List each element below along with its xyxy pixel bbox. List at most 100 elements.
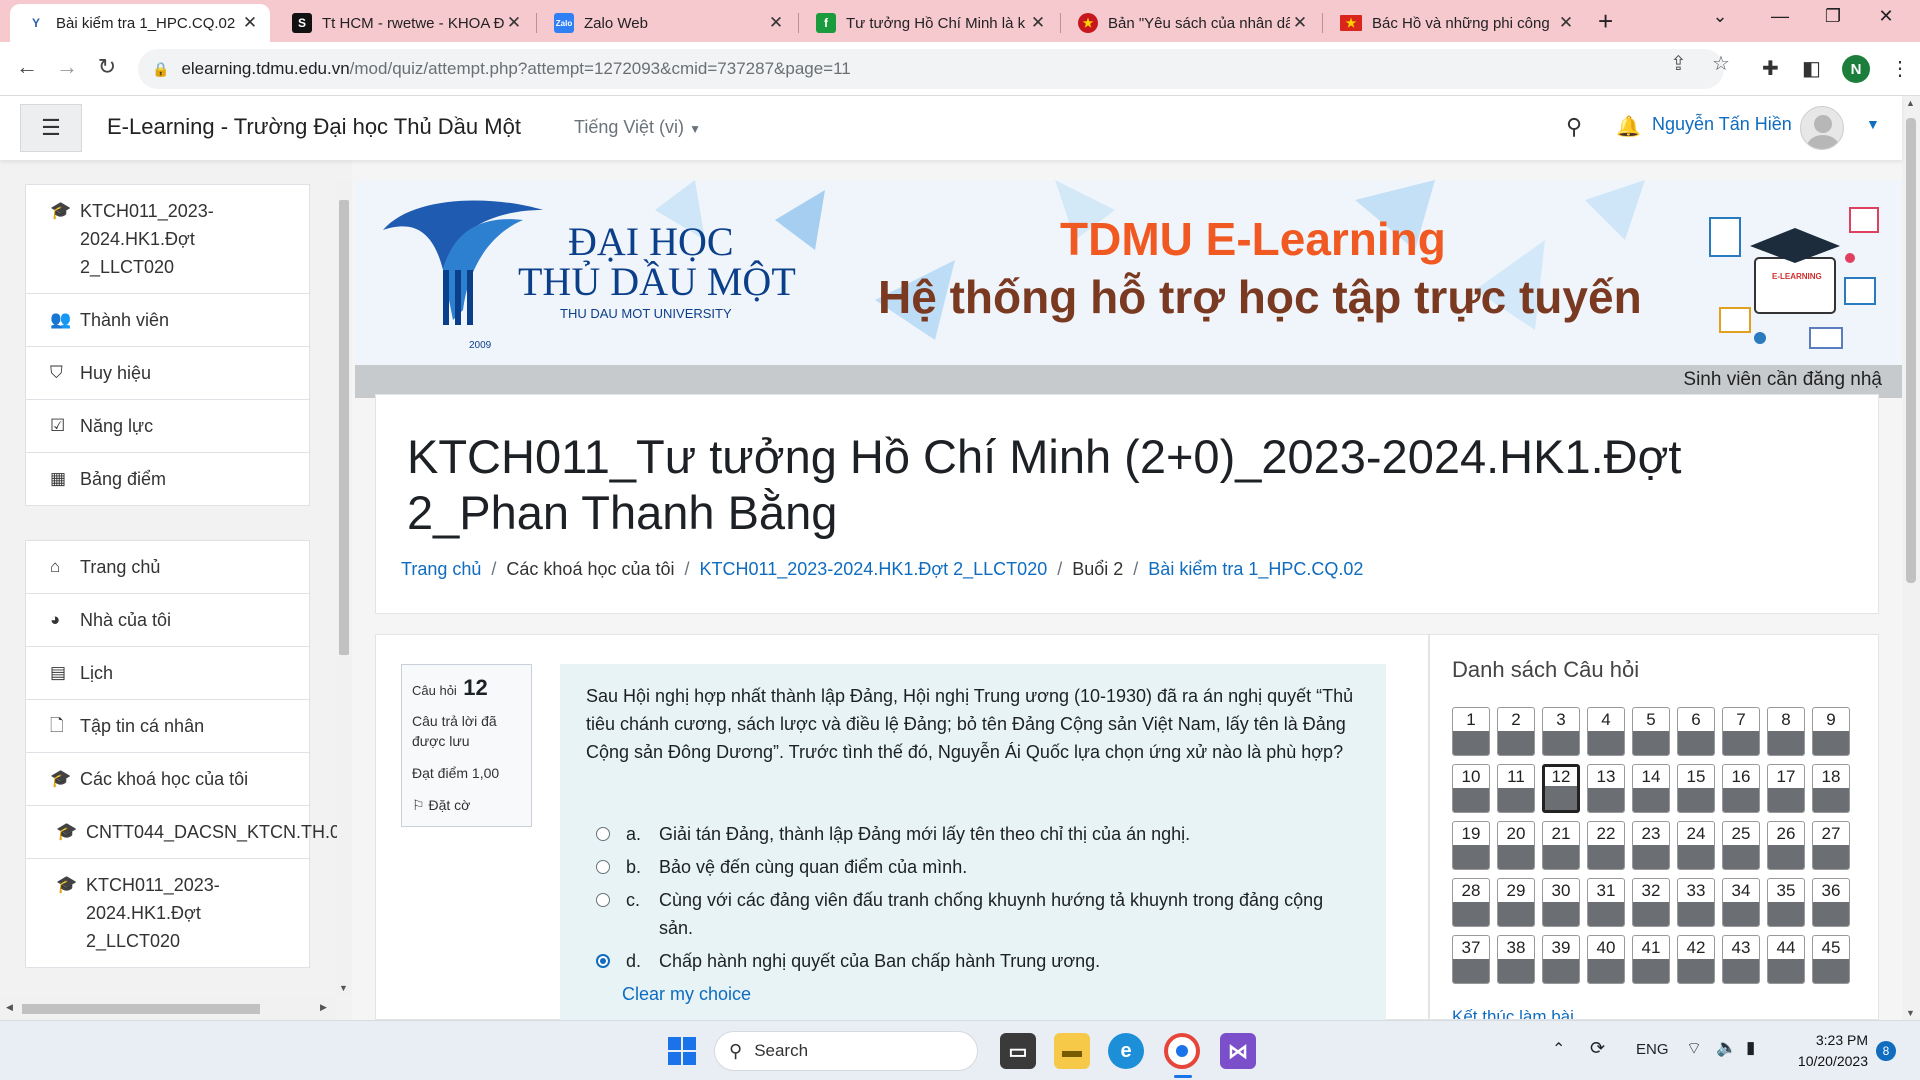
clock-time[interactable]: 3:23 PM <box>1808 1032 1868 1048</box>
clock-date[interactable]: 10/20/2023 <box>1782 1053 1868 1069</box>
tray-chevron-icon[interactable]: ⌃ <box>1552 1039 1565 1059</box>
visual-studio-icon[interactable]: ⋈ <box>1220 1033 1256 1069</box>
nav-item-grades[interactable]: ▦ Bảng điểm <box>26 453 309 505</box>
back-arrow-icon[interactable]: ← <box>12 54 42 80</box>
quiz-nav-button[interactable]: 13 <box>1587 764 1625 813</box>
quiz-nav-button[interactable]: 43 <box>1722 935 1760 984</box>
answer-option-a[interactable]: a. Giải tán Đảng, thành lập Đảng mới lấy… <box>596 820 1359 848</box>
quiz-nav-button[interactable]: 34 <box>1722 878 1760 927</box>
answer-option-c[interactable]: c. Cùng với các đảng viên đấu tranh chốn… <box>596 886 1359 942</box>
quiz-nav-button[interactable]: 28 <box>1452 878 1490 927</box>
quiz-nav-button[interactable]: 30 <box>1542 878 1580 927</box>
quiz-nav-button[interactable]: 40 <box>1587 935 1625 984</box>
quiz-nav-button[interactable]: 6 <box>1677 707 1715 756</box>
new-tab-button[interactable]: + <box>1598 6 1613 37</box>
breadcrumb-course[interactable]: KTCH011_2023-2024.HK1.Đợt 2_LLCT020 <box>700 559 1048 579</box>
quiz-nav-button[interactable]: 31 <box>1587 878 1625 927</box>
quiz-nav-button[interactable]: 10 <box>1452 764 1490 813</box>
nav-item-my-courses[interactable]: 🎓 Các khoá học của tôi <box>26 753 309 806</box>
answer-option-b[interactable]: b. Bảo vệ đến cùng quan điểm của mình. <box>596 853 1359 881</box>
quiz-nav-button[interactable]: 16 <box>1722 764 1760 813</box>
input-language[interactable]: ENG <box>1636 1041 1669 1058</box>
close-icon[interactable]: ✕ <box>240 13 260 33</box>
quiz-nav-button[interactable]: 29 <box>1497 878 1535 927</box>
tab-quiz[interactable]: Y Bài kiểm tra 1_HPC.CQ.02 ( ✕ <box>10 4 270 42</box>
nav-item-participants[interactable]: 👥 Thành viên <box>26 294 309 347</box>
wifi-icon[interactable]: ⌔ <box>1686 1038 1702 1059</box>
tab-bacho[interactable]: ★ Bác Hồ và những phi công ✕ <box>1324 4 1586 42</box>
user-avatar[interactable] <box>1800 106 1844 150</box>
nav-item-course-ktch011[interactable]: 🎓 KTCH011_2023- 2024.HK1.Đợt 2_LLCT020 <box>26 859 309 967</box>
quiz-nav-button[interactable]: 5 <box>1632 707 1670 756</box>
close-icon[interactable]: ✕ <box>504 13 524 33</box>
close-icon[interactable]: ✕ <box>766 13 786 33</box>
radio-button[interactable] <box>596 893 610 907</box>
quiz-nav-button[interactable]: 19 <box>1452 821 1490 870</box>
quiz-nav-button[interactable]: 1 <box>1452 707 1490 756</box>
scroll-left-arrow-icon[interactable]: ◀ <box>6 1002 13 1013</box>
bell-icon[interactable]: 🔔 <box>1616 114 1641 139</box>
quiz-nav-button[interactable]: 36 <box>1812 878 1850 927</box>
clear-choice-link[interactable]: Clear my choice <box>622 984 751 1005</box>
windows-start-icon[interactable] <box>664 1033 700 1069</box>
nav-item-private-files[interactable]: 🗋 Tập tin cá nhân <box>26 700 309 753</box>
quiz-nav-button[interactable]: 44 <box>1767 935 1805 984</box>
breadcrumb-quiz[interactable]: Bài kiểm tra 1_HPC.CQ.02 <box>1148 559 1363 579</box>
drawer-scrollbar-vertical[interactable]: ▼ <box>337 180 351 995</box>
close-icon[interactable]: ✕ <box>1290 13 1310 33</box>
quiz-nav-button[interactable]: 23 <box>1632 821 1670 870</box>
scroll-down-arrow-icon[interactable]: ▼ <box>1906 1008 1915 1018</box>
nav-item-course-cntt044[interactable]: 🎓 CNTT044_DACSN_KTCN.TH.01 <box>26 806 350 859</box>
quiz-nav-button[interactable]: 35 <box>1767 878 1805 927</box>
nav-item-home[interactable]: ⌂ Trang chủ <box>26 541 309 594</box>
close-window-icon[interactable]: ✕ <box>1866 6 1906 27</box>
quiz-nav-button[interactable]: 4 <box>1587 707 1625 756</box>
extensions-puzzle-icon[interactable]: ✚ <box>1762 56 1779 81</box>
site-name[interactable]: E-Learning - Trường Đại học Thủ Dầu Một <box>107 114 521 140</box>
chrome-icon[interactable] <box>1164 1033 1200 1069</box>
close-icon[interactable]: ✕ <box>1028 13 1048 33</box>
edge-icon[interactable]: e <box>1108 1033 1144 1069</box>
address-bar[interactable]: 🔒 elearning.tdmu.edu.vn/mod/quiz/attempt… <box>138 49 1724 89</box>
close-icon[interactable]: ✕ <box>1556 13 1576 33</box>
user-menu-name[interactable]: Nguyễn Tấn Hiền <box>1652 114 1792 135</box>
finish-attempt-link[interactable]: Kết thúc làm bài... <box>1452 1007 1588 1019</box>
quiz-nav-button[interactable]: 3 <box>1542 707 1580 756</box>
tab-zalo[interactable]: Zalo Zalo Web ✕ <box>538 4 796 42</box>
nav-item-course[interactable]: 🎓 KTCH011_2023- 2024.HK1.Đợt 2_LLCT020 <box>26 185 309 294</box>
quiz-nav-button[interactable]: 21 <box>1542 821 1580 870</box>
radio-button[interactable] <box>596 827 610 841</box>
answer-option-d[interactable]: d. Chấp hành nghị quyết của Ban chấp hàn… <box>596 947 1359 975</box>
caret-down-icon[interactable]: ▼ <box>1866 116 1880 132</box>
scroll-down-arrow-icon[interactable]: ▼ <box>339 983 348 993</box>
quiz-nav-button[interactable]: 39 <box>1542 935 1580 984</box>
scrollbar-thumb[interactable] <box>339 200 349 655</box>
quiz-nav-button[interactable]: 12 <box>1542 764 1580 813</box>
scroll-right-arrow-icon[interactable]: ▶ <box>320 1002 327 1013</box>
nav-item-badges[interactable]: ⛉ Huy hiệu <box>26 347 309 400</box>
quiz-nav-button[interactable]: 15 <box>1677 764 1715 813</box>
breadcrumb-home[interactable]: Trang chủ <box>401 559 481 579</box>
flag-question-button[interactable]: ⚐ Đặt cờ <box>412 797 521 814</box>
tab-yeusach[interactable]: ★ Bản "Yêu sách của nhân dâ ✕ <box>1062 4 1320 42</box>
minimize-icon[interactable]: — <box>1760 6 1800 27</box>
quiz-nav-button[interactable]: 25 <box>1722 821 1760 870</box>
battery-icon[interactable]: ▮ <box>1746 1038 1755 1058</box>
side-panel-icon[interactable]: ◧ <box>1802 56 1821 81</box>
quiz-nav-button[interactable]: 7 <box>1722 707 1760 756</box>
quiz-nav-button[interactable]: 41 <box>1632 935 1670 984</box>
nav-item-calendar[interactable]: ▤ Lịch <box>26 647 309 700</box>
quiz-nav-button[interactable]: 37 <box>1452 935 1490 984</box>
quiz-nav-button[interactable]: 2 <box>1497 707 1535 756</box>
quiz-nav-button[interactable]: 18 <box>1812 764 1850 813</box>
quiz-nav-button[interactable]: 8 <box>1767 707 1805 756</box>
radio-button-selected[interactable] <box>596 954 610 968</box>
tab-flashcard[interactable]: f Tư tưởng Hồ Chí Minh là k ✕ <box>800 4 1058 42</box>
scroll-up-arrow-icon[interactable]: ▲ <box>1906 98 1915 108</box>
drawer-scrollbar-horizontal[interactable]: ◀ ▶ <box>0 998 337 1020</box>
quiz-nav-button[interactable]: 11 <box>1497 764 1535 813</box>
nav-item-dashboard[interactable]: ◕ Nhà của tôi <box>26 594 309 647</box>
drawer-toggle-button[interactable]: ☰ <box>20 104 82 152</box>
tab-search-chevron-icon[interactable]: ⌄ <box>1700 6 1740 27</box>
quiz-nav-button[interactable]: 38 <box>1497 935 1535 984</box>
